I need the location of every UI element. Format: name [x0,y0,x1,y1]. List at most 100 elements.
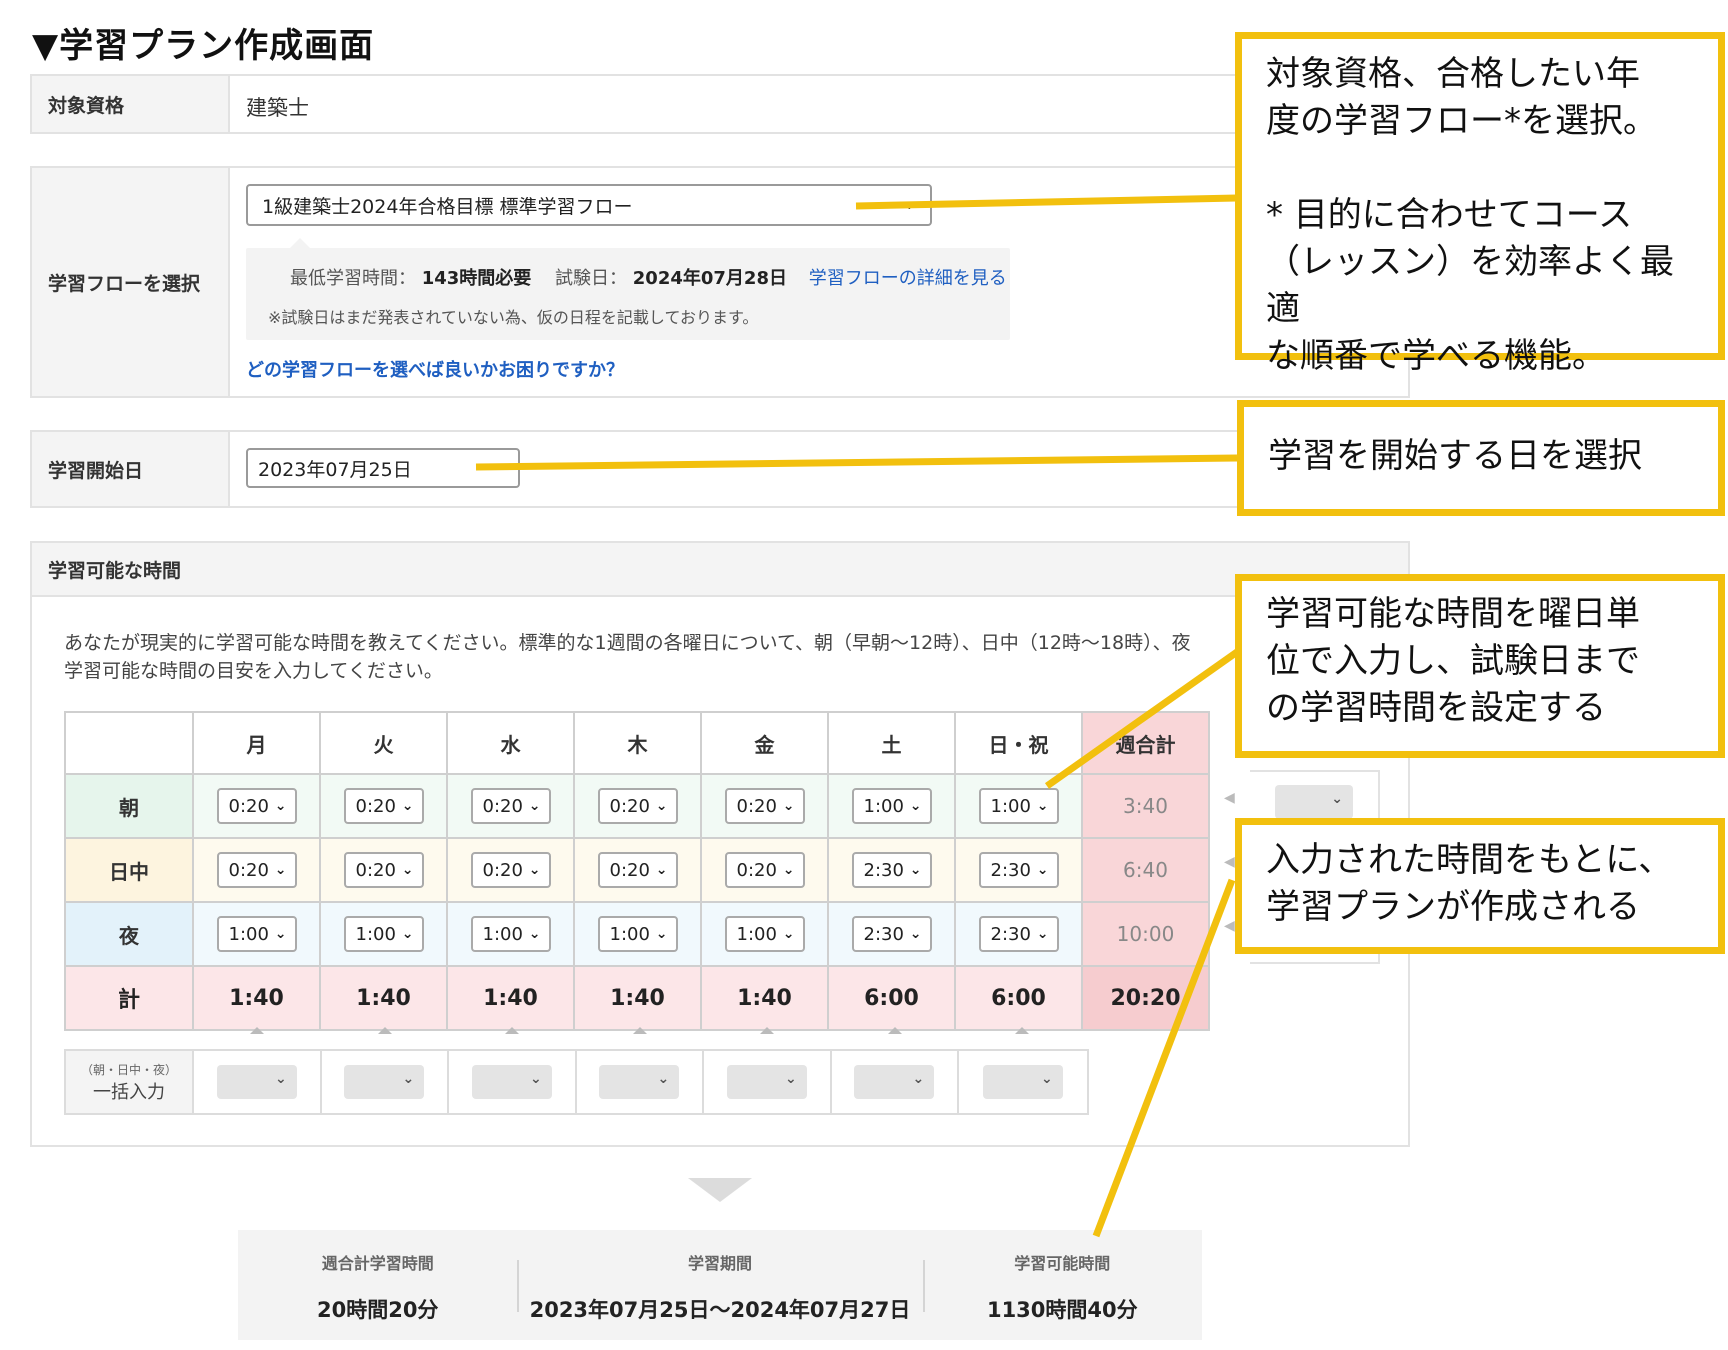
day-total: 1:40 [192,965,321,1031]
time-select[interactable]: 2:30 ⌄ [851,852,932,888]
sum-row: 計 1:40 1:40 1:40 1:40 1:40 6:00 6:00 20:… [64,965,1210,1031]
flow-row: 学習フローを選択 1級建築士2024年合格目標 標準学習フロー ⌄ 最低学習時間… [30,166,1410,398]
caret-up-icon [633,1027,647,1034]
day-header: 日・祝 [954,711,1083,775]
caret-left-icon: ◀ [1224,918,1235,934]
chevron-down-icon: ⌄ [528,798,541,814]
row-label: 夜 [64,901,194,967]
bulk-select[interactable]: ⌄ [599,1065,680,1099]
time-select[interactable]: 2:30 ⌄ [851,916,932,952]
bulk-select[interactable]: ⌄ [726,1065,807,1099]
callout-plan-created: 入力された時間をもとに、 学習プランが作成される [1235,818,1725,954]
bulk-select[interactable]: ⌄ [216,1065,297,1099]
day-total: 1:40 [700,965,829,1031]
day-header: 木 [573,711,702,775]
side-select[interactable]: ⌄ [1275,785,1353,819]
morning-row: 朝 0:20 ⌄ 0:20 ⌄ 0:20 ⌄ 0:20 ⌄ 0:20 ⌄ 1:00 ⌄ 1:… [64,773,1210,839]
flow-label: 学習フローを選択 [32,168,230,396]
time-select[interactable]: 0:20 ⌄ [470,788,551,824]
day-header: 金 [700,711,829,775]
bulk-select[interactable]: ⌄ [471,1065,552,1099]
summary-period: 学習期間 2023年07月25日～2024年07月27日 [517,1230,922,1340]
schedule-header-row: 月 火 水 木 金 土 日・祝 週合計 [64,711,1210,775]
row-week-total: 10:00 [1081,901,1210,967]
row-label: 計 [64,965,194,1031]
time-select[interactable]: 1:00 ⌄ [343,916,424,952]
start-date-label: 学習開始日 [32,432,230,506]
chevron-down-icon: ⌄ [655,798,668,814]
chevron-down-icon: ⌄ [782,926,795,942]
qualification-value: 建築士 [246,96,309,120]
time-select[interactable]: 0:20 ⌄ [216,852,297,888]
callout-flow: 対象資格、合格したい年 度の学習フロー*を選択。 * 目的に合わせてコース （レ… [1235,32,1725,376]
time-select[interactable]: 0:20 ⌄ [216,788,297,824]
summary-available: 学習可能時間 1130時間40分 [922,1230,1202,1340]
schedule-table: 月 火 水 木 金 土 日・祝 週合計 朝 0:20 ⌄ 0:20 ⌄ 0:20 ⌄ … [64,711,1210,1031]
time-select[interactable]: 0:20 ⌄ [724,788,805,824]
chevron-down-icon: ⌄ [528,862,541,878]
time-select[interactable]: 2:30 ⌄ [978,852,1059,888]
row-week-total: 3:40 [1081,773,1210,839]
time-select[interactable]: 0:20 ⌄ [343,788,424,824]
chevron-down-icon: ⌄ [401,926,414,942]
chevron-down-icon: ⌄ [782,798,795,814]
chevron-down-icon: ⌄ [909,798,922,814]
day-header: 土 [827,711,956,775]
flow-select[interactable]: 1級建築士2024年合格目標 標準学習フロー ⌄ [246,184,932,226]
flow-select-value: 1級建築士2024年合格目標 標準学習フロー [262,195,633,218]
exam-date-value: 2024年07月28日 [632,268,787,289]
time-select[interactable]: 1:00 ⌄ [978,788,1059,824]
time-select[interactable]: 1:00 ⌄ [597,916,678,952]
time-select[interactable]: 1:00 ⌄ [470,916,551,952]
chevron-down-icon: ⌄ [274,862,287,878]
bulk-select[interactable]: ⌄ [344,1065,425,1099]
bulk-select[interactable]: ⌄ [982,1065,1063,1099]
flow-info-box: 最低学習時間： 143時間必要 試験日： 2024年07月28日 学習フローの詳… [246,238,1010,340]
bulk-input-row: （朝・日中・夜） 一括入力 ⌄ ⌄ ⌄ ⌄ ⌄ ⌄ ⌄ [64,1049,1089,1115]
min-time-label: 最低学習時間： [290,268,416,289]
chevron-down-icon: ⌄ [1036,862,1049,878]
day-total: 1:40 [319,965,448,1031]
chevron-down-icon: ⌄ [402,1071,415,1087]
time-select[interactable]: 1:00 ⌄ [851,788,932,824]
start-date-input[interactable]: 2023年07月25日 [246,448,520,488]
chevron-down-icon: ⌄ [909,926,922,942]
week-total-header: 週合計 [1081,711,1210,775]
qualification-row: 対象資格 建築士 [30,74,1410,134]
plan-summary: 週合計学習時間 20時間20分 学習期間 2023年07月25日～2024年07… [238,1230,1202,1340]
row-week-total: 6:40 [1081,837,1210,903]
qualification-label: 対象資格 [32,76,230,132]
chevron-down-icon: ⌄ [1041,1071,1053,1087]
caret-up-icon [888,1027,902,1034]
row-label: 朝 [64,773,194,839]
chevron-down-icon: ⌄ [1036,926,1049,942]
caret-up-icon [760,1027,774,1034]
time-select[interactable]: 0:20 ⌄ [343,852,424,888]
flow-detail-link[interactable]: 学習フローの詳細を見る [809,268,1007,289]
chevron-down-icon: ⌄ [909,862,922,878]
callout-available-time: 学習可能な時間を曜日単 位で入力し、試験日まで の学習時間を設定する [1235,574,1725,758]
time-select[interactable]: 1:00 ⌄ [216,916,297,952]
row-label: 日中 [64,837,194,903]
callout-start-date: 学習を開始する日を選択 [1237,400,1725,516]
time-select[interactable]: 2:30 ⌄ [978,916,1059,952]
time-select[interactable]: 0:20 ⌄ [597,852,678,888]
bulk-input-label: （朝・日中・夜） 一括入力 [66,1051,194,1113]
chevron-down-icon: ⌄ [912,1071,925,1087]
chevron-down-icon: ⌄ [530,1071,542,1087]
triangle-down-icon [688,1178,752,1202]
available-time-panel: 学習可能な時間 あなたが現実的に学習可能な時間を教えてください。標準的な1週間の… [30,541,1410,1147]
flow-help-link[interactable]: どの学習フローを選べば良いかお困りですか？ [246,356,624,382]
time-select[interactable]: 0:20 ⌄ [597,788,678,824]
available-time-description: あなたが現実的に学習可能な時間を教えてください。標準的な1週間の各曜日について、… [64,632,1191,682]
day-header: 火 [319,711,448,775]
time-select[interactable]: 0:20 ⌄ [724,852,805,888]
chevron-down-icon: ⌄ [1036,798,1049,814]
chevron-down-icon: ⌄ [274,926,287,942]
available-time-heading: 学習可能な時間 [32,543,1408,597]
time-select[interactable]: 1:00 ⌄ [724,916,805,952]
bulk-select[interactable]: ⌄ [854,1065,935,1099]
chevron-down-icon: ⌄ [401,862,414,878]
start-date-row: 学習開始日 2023年07月25日 [30,430,1410,508]
time-select[interactable]: 0:20 ⌄ [470,852,551,888]
